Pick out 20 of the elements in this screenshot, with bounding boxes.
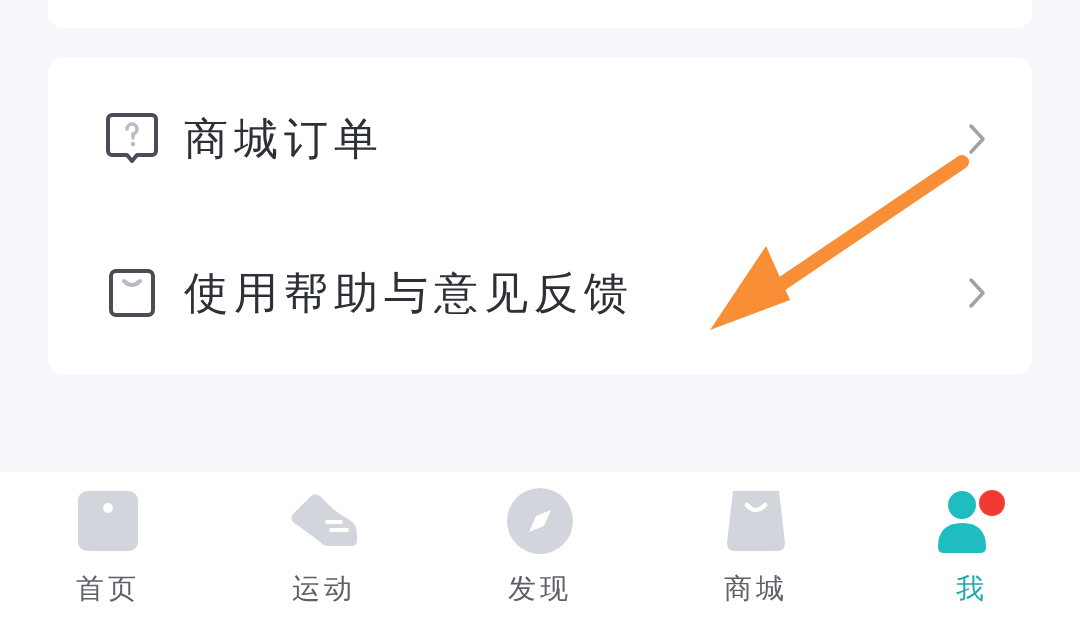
profile-icon: [936, 489, 1008, 553]
shopping-bag-icon: [727, 491, 785, 551]
menu-label: 商城订单: [184, 112, 384, 166]
menu-item[interactable]: 商城订单: [48, 62, 1032, 216]
tab-item[interactable]: 商城: [648, 472, 864, 622]
tab-label: 首页: [76, 571, 140, 607]
tab-label: 运动: [292, 571, 356, 607]
tab-item[interactable]: 首页: [0, 472, 216, 622]
compass-icon: [507, 488, 573, 554]
tab-item[interactable]: 运动: [216, 472, 432, 622]
menu-item[interactable]: 使用帮助与意见反馈: [48, 216, 1032, 370]
menu-label: 使用帮助与意见反馈: [184, 266, 634, 320]
tab-item[interactable]: 发现: [432, 472, 648, 622]
chevron-right-icon: [968, 277, 986, 309]
tab-label: 我: [956, 571, 988, 607]
bag-icon: [107, 267, 157, 319]
chevron-right-icon: [968, 123, 986, 155]
square-icon: [78, 491, 138, 551]
tab-label: 商城: [724, 571, 788, 607]
tab-label: 发现: [508, 571, 572, 607]
